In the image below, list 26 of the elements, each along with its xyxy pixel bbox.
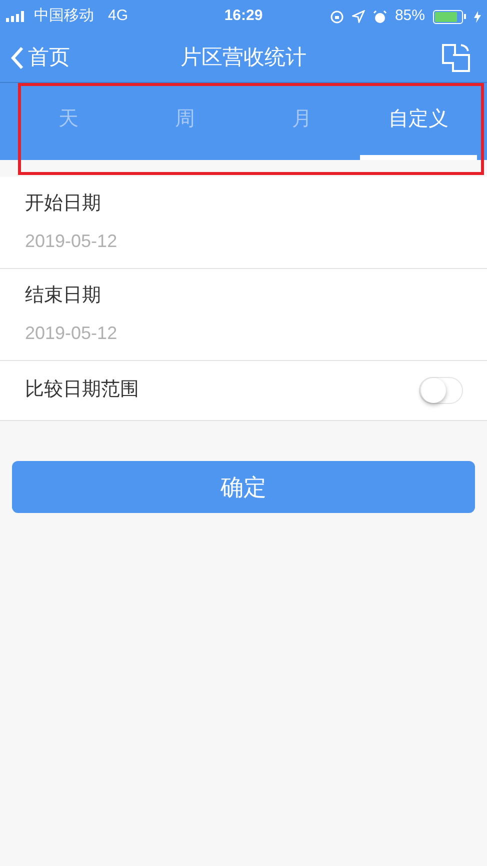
network-label: 4G — [108, 6, 128, 26]
battery-percent: 85% — [394, 6, 425, 26]
chevron-left-icon — [10, 46, 24, 70]
field-label: 结束日期 — [25, 284, 102, 308]
alarm-clock-icon — [372, 10, 387, 24]
field-label: 比较日期范围 — [25, 378, 139, 402]
status-time: 16:29 — [223, 6, 264, 26]
confirm-button[interactable]: 确定 — [12, 461, 475, 513]
date-value: 2019-05-12 — [25, 230, 118, 254]
page-title: 片区营收统计 — [180, 44, 308, 71]
rotation-lock-icon — [330, 10, 344, 24]
date-row[interactable]: 开始日期 2019-05-12 — [0, 177, 487, 269]
date-row[interactable]: 结束日期 2019-05-12 — [0, 269, 487, 361]
period-tab[interactable]: 自定义 — [360, 83, 477, 160]
date-value: 2019-05-12 — [25, 322, 118, 346]
period-tab[interactable]: 月 — [244, 83, 360, 160]
period-tab[interactable]: 天 — [10, 83, 127, 160]
carrier-label: 中国移动 — [34, 6, 94, 26]
copy-pages-icon[interactable] — [441, 42, 471, 72]
charging-bolt-icon — [474, 10, 481, 22]
toggle-switch[interactable] — [419, 377, 463, 404]
battery-icon — [433, 10, 466, 24]
period-tab[interactable]: 周 — [126, 83, 244, 160]
back-button[interactable]: 首页 — [10, 42, 130, 74]
field-label: 开始日期 — [25, 192, 102, 216]
location-arrow-icon — [352, 10, 365, 23]
